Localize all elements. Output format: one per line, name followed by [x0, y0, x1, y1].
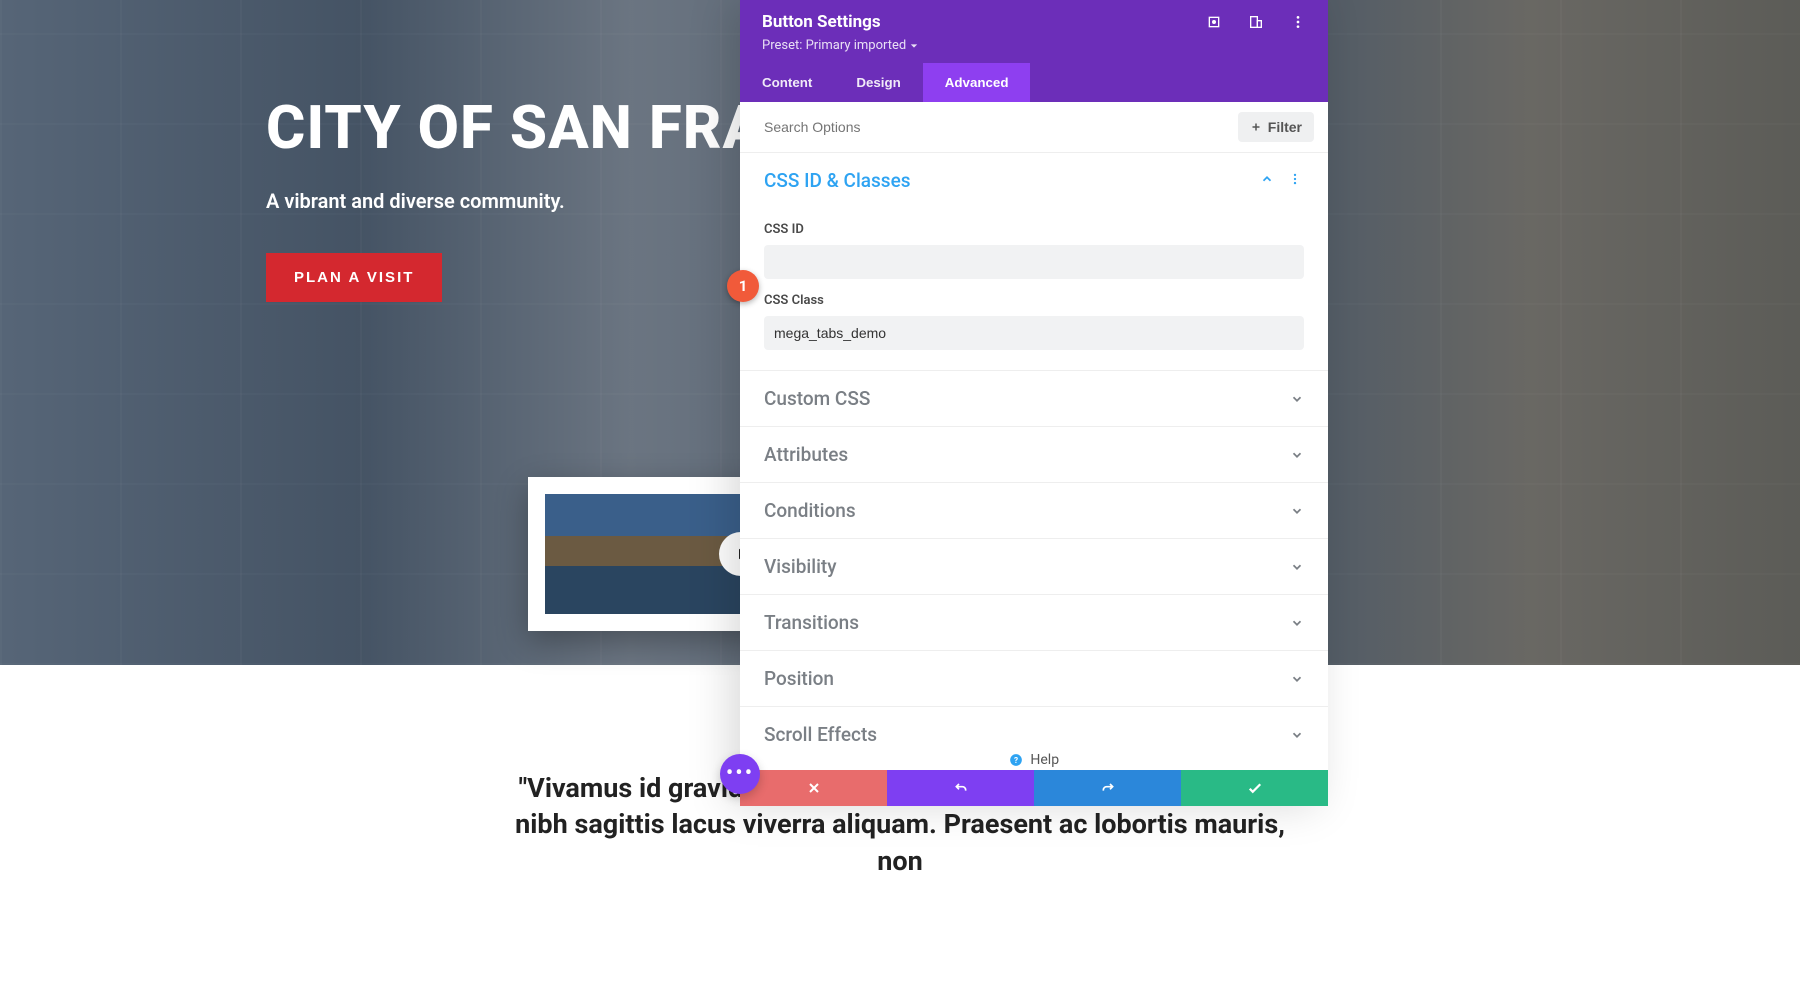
- section-head-attributes[interactable]: Attributes: [740, 427, 1328, 482]
- close-icon: [806, 780, 822, 796]
- section-head-custom-css[interactable]: Custom CSS: [740, 371, 1328, 426]
- section-attributes: Attributes: [740, 427, 1328, 483]
- section-head-position[interactable]: Position: [740, 651, 1328, 706]
- css-id-label: CSS ID: [764, 222, 1304, 237]
- section-custom-css: Custom CSS: [740, 371, 1328, 427]
- undo-button[interactable]: [887, 770, 1034, 806]
- cancel-button[interactable]: [740, 770, 887, 806]
- chevron-down-icon: [1290, 560, 1304, 574]
- help-label: Help: [1030, 752, 1059, 768]
- section-head-conditions[interactable]: Conditions: [740, 483, 1328, 538]
- expand-icon[interactable]: [1206, 14, 1222, 30]
- plan-visit-button[interactable]: PLAN A VISIT: [266, 253, 442, 302]
- chevron-down-icon: [1290, 504, 1304, 518]
- css-class-label: CSS Class: [764, 293, 1304, 308]
- section-title: Scroll Effects: [764, 723, 877, 742]
- tab-design[interactable]: Design: [834, 63, 922, 102]
- section-conditions: Conditions: [740, 483, 1328, 539]
- undo-icon: [953, 780, 969, 796]
- chevron-down-icon: [1290, 616, 1304, 630]
- search-row: Filter: [740, 102, 1328, 153]
- panel-footer: [740, 770, 1328, 806]
- section-title: Conditions: [764, 499, 856, 522]
- tab-advanced[interactable]: Advanced: [923, 63, 1031, 102]
- settings-panel: Button Settings Preset: Primary imported…: [740, 0, 1328, 806]
- css-id-input[interactable]: [764, 245, 1304, 279]
- builder-fab[interactable]: •••: [720, 754, 760, 794]
- filter-label: Filter: [1268, 119, 1302, 135]
- preset-dropdown[interactable]: Preset: Primary imported: [762, 38, 1306, 53]
- responsive-icon[interactable]: [1248, 14, 1264, 30]
- help-icon: ?: [1009, 753, 1023, 767]
- section-visibility: Visibility: [740, 539, 1328, 595]
- chevron-down-icon: [1290, 672, 1304, 686]
- chevron-up-icon[interactable]: [1258, 170, 1276, 191]
- tab-content[interactable]: Content: [740, 63, 834, 102]
- panel-tabs: Content Design Advanced: [740, 63, 1328, 102]
- chevron-down-icon: [1290, 728, 1304, 742]
- section-title: Attributes: [764, 443, 848, 466]
- panel-header: Button Settings Preset: Primary imported: [740, 0, 1328, 63]
- redo-button[interactable]: [1034, 770, 1181, 806]
- panel-title: Button Settings: [762, 12, 881, 32]
- chevron-down-icon: [1290, 392, 1304, 406]
- section-transitions: Transitions: [740, 595, 1328, 651]
- css-class-input[interactable]: [764, 316, 1304, 350]
- section-css-id-classes: CSS ID & Classes CSS ID CSS Class: [740, 153, 1328, 371]
- section-title: CSS ID & Classes: [764, 169, 911, 192]
- redo-icon: [1100, 780, 1116, 796]
- section-scroll-effects: Scroll Effects: [740, 707, 1328, 742]
- plus-icon: [1250, 121, 1262, 133]
- chevron-down-icon: [910, 42, 918, 50]
- section-position: Position: [740, 651, 1328, 707]
- help-link[interactable]: ? Help: [740, 742, 1328, 770]
- annotation-marker-1: 1: [727, 270, 759, 302]
- filter-button[interactable]: Filter: [1238, 112, 1314, 142]
- panel-body: Filter CSS ID & Classes CSS ID CSS Class: [740, 102, 1328, 742]
- svg-text:?: ?: [1014, 755, 1018, 765]
- preset-label: Preset: Primary imported: [762, 38, 906, 53]
- check-icon: [1246, 779, 1264, 797]
- section-title: Position: [764, 667, 834, 690]
- more-icon[interactable]: [1290, 14, 1306, 30]
- section-head-transitions[interactable]: Transitions: [740, 595, 1328, 650]
- section-title: Transitions: [764, 611, 859, 634]
- chevron-down-icon: [1290, 448, 1304, 462]
- section-title: Custom CSS: [764, 387, 870, 410]
- section-title: Visibility: [764, 555, 837, 578]
- section-more-icon[interactable]: [1286, 170, 1304, 191]
- section-head-scroll-effects[interactable]: Scroll Effects: [740, 707, 1328, 742]
- search-input[interactable]: [764, 119, 1238, 135]
- save-button[interactable]: [1181, 770, 1328, 806]
- section-head-css-id-classes[interactable]: CSS ID & Classes: [740, 153, 1328, 208]
- section-head-visibility[interactable]: Visibility: [740, 539, 1328, 594]
